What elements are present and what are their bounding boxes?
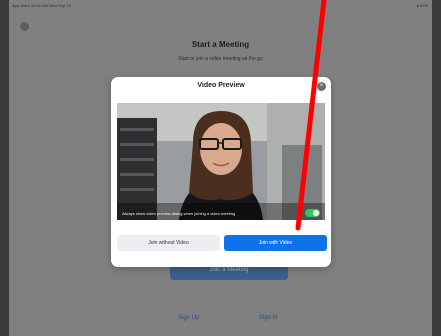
page-title: Start a Meeting [191,40,250,49]
join-without-video-button[interactable]: Join without Video [117,235,220,251]
join-with-video-button[interactable]: Join with Video [224,235,327,251]
status-bar-left: App Store 10:16 AM Wed Sep 16 [12,3,71,8]
device-bezel-left [0,0,9,336]
settings-gear-icon[interactable] [20,22,29,31]
preview-toggle-switch[interactable] [305,209,320,217]
camera-feed-image [117,103,325,220]
camera-preview: Always show video preview dialog when jo… [117,103,325,220]
status-bar-right: ● 81% [416,3,428,8]
device-bezel-right [432,0,441,336]
preview-toggle-label: Always show video preview dialog when jo… [122,211,236,216]
close-icon[interactable]: × [317,82,326,91]
status-bar: App Store 10:16 AM Wed Sep 16 ● 81% [9,0,432,12]
dialog-title: Video Preview [197,82,245,89]
toggle-knob [313,210,319,216]
sign-up-link[interactable]: Sign Up [178,315,199,321]
page-subtitle: Start or join a video meeting on the go [178,56,263,62]
video-preview-dialog: Video Preview × Always show video previe… [111,77,331,267]
sign-in-link[interactable]: Sign In [259,315,278,321]
